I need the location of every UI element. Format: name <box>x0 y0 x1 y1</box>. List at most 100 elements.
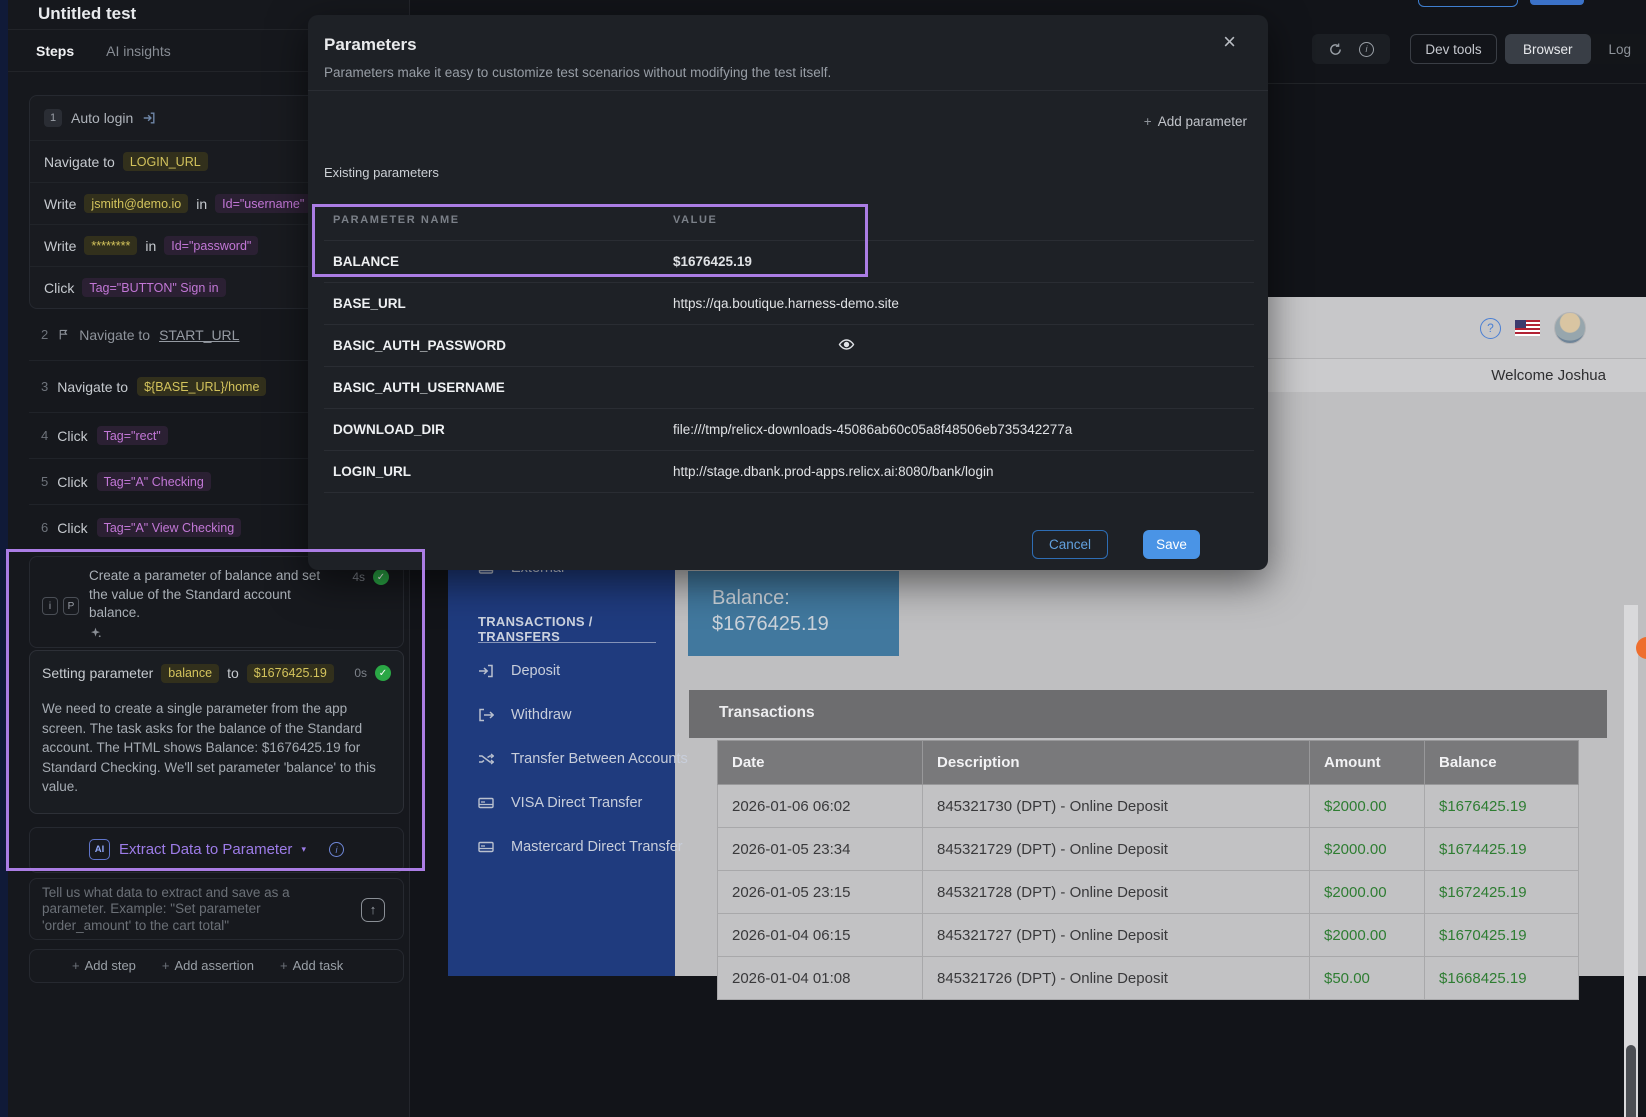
parameters-modal: × Parameters Parameters make it easy to … <box>308 15 1268 570</box>
step-action: Click <box>44 280 74 296</box>
column-date: Date <box>718 741 923 785</box>
column-value: VALUE <box>673 214 717 226</box>
info-icon[interactable]: i <box>1359 42 1374 57</box>
dev-tools-button[interactable]: Dev tools <box>1410 34 1497 64</box>
sign-in-icon <box>142 111 159 125</box>
withdraw-icon <box>478 708 495 722</box>
close-icon[interactable]: × <box>1223 29 1236 55</box>
ai-objective-icons: i P <box>42 597 79 615</box>
info-icon[interactable]: i <box>329 842 344 857</box>
cell-date: 2026-01-05 23:15 <box>718 871 923 914</box>
step-action: Write <box>44 238 76 254</box>
parameters-table: PARAMETER NAME VALUE BALANCE $1676425.19… <box>324 204 1254 493</box>
step-number: 1 <box>44 109 62 127</box>
welcome-text: Welcome Joshua <box>1491 367 1606 384</box>
sidebar-item-deposit[interactable]: Deposit <box>478 663 560 679</box>
sidebar-item-visa-direct-transfer[interactable]: VISA Direct Transfer <box>478 795 642 811</box>
add-step-button[interactable]: +Add step <box>72 958 136 973</box>
step-duration: 4s <box>352 570 365 584</box>
extract-input-box[interactable]: Tell us what data to extract and save as… <box>29 878 404 940</box>
step-link[interactable]: START_URL <box>159 327 239 343</box>
add-task-button[interactable]: +Add task <box>280 958 343 973</box>
parameter-row-download-dir[interactable]: DOWNLOAD_DIR file:///tmp/relicx-download… <box>324 408 1254 450</box>
column-amount: Amount <box>1310 741 1425 785</box>
cell-balance: $1674425.19 <box>1425 828 1579 871</box>
plus-icon: + <box>72 958 80 973</box>
add-actions-bar: +Add step +Add assertion +Add task <box>29 949 404 983</box>
add-assertion-button[interactable]: +Add assertion <box>162 958 254 973</box>
save-button[interactable]: Save <box>1143 530 1200 559</box>
sidebar-item-withdraw[interactable]: Withdraw <box>478 707 571 723</box>
credit-card-icon <box>478 796 495 810</box>
cancel-button[interactable]: Cancel <box>1032 530 1108 559</box>
cell-balance: $1670425.19 <box>1425 914 1579 957</box>
app-root: Untitled test Steps AI insights 1 Auto l… <box>0 0 1646 1117</box>
view-switcher: Browser Log <box>1505 34 1646 64</box>
avatar[interactable] <box>1554 312 1586 344</box>
step-group-title: Auto login <box>71 110 133 126</box>
step-action: Navigate to <box>44 154 115 170</box>
parameter-row-basic-auth-username[interactable]: BASIC_AUTH_USERNAME <box>324 366 1254 408</box>
help-icon[interactable]: ? <box>1480 318 1501 339</box>
scrollbar-thumb[interactable] <box>1626 1045 1636 1117</box>
tab-browser[interactable]: Browser <box>1505 34 1591 64</box>
secondary-action-button[interactable] <box>1418 0 1518 7</box>
extract-data-dropdown[interactable]: AI Extract Data to Parameter ▾ i <box>29 827 404 873</box>
param-name-badge: balance <box>161 664 219 683</box>
sparkle-icon <box>89 626 102 639</box>
step-action: in <box>145 238 156 254</box>
cell-balance: $1668425.19 <box>1425 957 1579 1000</box>
browser-scrollbar[interactable] <box>1624 605 1638 1117</box>
sidebar-item-transfer-between-accounts[interactable]: Transfer Between Accounts <box>478 751 688 767</box>
tab-steps[interactable]: Steps <box>36 43 74 59</box>
transactions-title: Transactions <box>719 704 815 722</box>
ai-objective-text: Create a parameter of balance and set th… <box>89 567 337 623</box>
plus-icon: + <box>280 958 288 973</box>
tab-log[interactable]: Log <box>1591 34 1646 64</box>
tab-ai-insights[interactable]: AI insights <box>106 43 171 59</box>
sidebar-item-mastercard-direct-transfer[interactable]: Mastercard Direct Transfer <box>478 839 683 855</box>
step-action: Click <box>57 428 87 444</box>
step-value-badge: LOGIN_URL <box>123 152 208 171</box>
ai-setting-card[interactable]: Setting parameter balance to $1676425.19… <box>29 650 404 814</box>
modal-divider <box>308 90 1268 91</box>
parameter-row-base-url[interactable]: BASE_URL https://qa.boutique.harness-dem… <box>324 282 1254 324</box>
table-row: 2026-01-06 06:02 845321730 (DPT) - Onlin… <box>718 785 1579 828</box>
step-selector-badge: Id="username" <box>215 194 311 213</box>
step-number: 5 <box>41 474 48 489</box>
modal-subtitle: Parameters make it easy to customize tes… <box>324 65 831 80</box>
table-header-row: Date Description Amount Balance <box>718 741 1579 785</box>
add-parameter-button[interactable]: +Add parameter <box>1144 114 1247 129</box>
info-badge-icon: i <box>42 597 58 615</box>
cell-date: 2026-01-06 06:02 <box>718 785 923 828</box>
modal-title: Parameters <box>324 35 417 55</box>
submit-arrow-button[interactable]: ↑ <box>361 898 385 922</box>
setting-to: to <box>227 665 239 681</box>
check-circle-icon: ✓ <box>375 665 391 681</box>
left-accent-rail <box>0 0 8 1117</box>
cell-amount: $50.00 <box>1310 957 1425 1000</box>
ai-chip-icon: AI <box>89 839 110 860</box>
table-row: 2026-01-04 06:15 845321727 (DPT) - Onlin… <box>718 914 1579 957</box>
param-value-badge: $1676425.19 <box>247 664 334 683</box>
cell-balance: $1672425.19 <box>1425 871 1579 914</box>
primary-action-button[interactable] <box>1530 0 1584 5</box>
shuffle-icon <box>478 752 495 766</box>
parameter-badge-icon: P <box>63 597 79 615</box>
us-flag-icon[interactable] <box>1515 320 1540 336</box>
table-row: 2026-01-05 23:34 845321729 (DPT) - Onlin… <box>718 828 1579 871</box>
cell-amount: $2000.00 <box>1310 914 1425 957</box>
step-value-badge: ${BASE_URL}/home <box>137 377 266 396</box>
cell-amount: $2000.00 <box>1310 785 1425 828</box>
refresh-icon[interactable] <box>1328 42 1343 57</box>
parameter-row-balance[interactable]: BALANCE $1676425.19 <box>324 240 1254 282</box>
parameter-row-basic-auth-password[interactable]: BASIC_AUTH_PASSWORD <box>324 324 1254 366</box>
eye-icon[interactable] <box>838 338 855 351</box>
step-selector-badge: Tag="A" Checking <box>97 472 211 491</box>
step-action: Write <box>44 196 76 212</box>
cell-date: 2026-01-05 23:34 <box>718 828 923 871</box>
parameter-row-login-url[interactable]: LOGIN_URL http://stage.dbank.prod-apps.r… <box>324 450 1254 492</box>
setting-label: Setting parameter <box>42 665 153 681</box>
table-bottom-divider <box>324 492 1254 493</box>
transactions-table: Date Description Amount Balance 2026-01-… <box>717 740 1579 1000</box>
